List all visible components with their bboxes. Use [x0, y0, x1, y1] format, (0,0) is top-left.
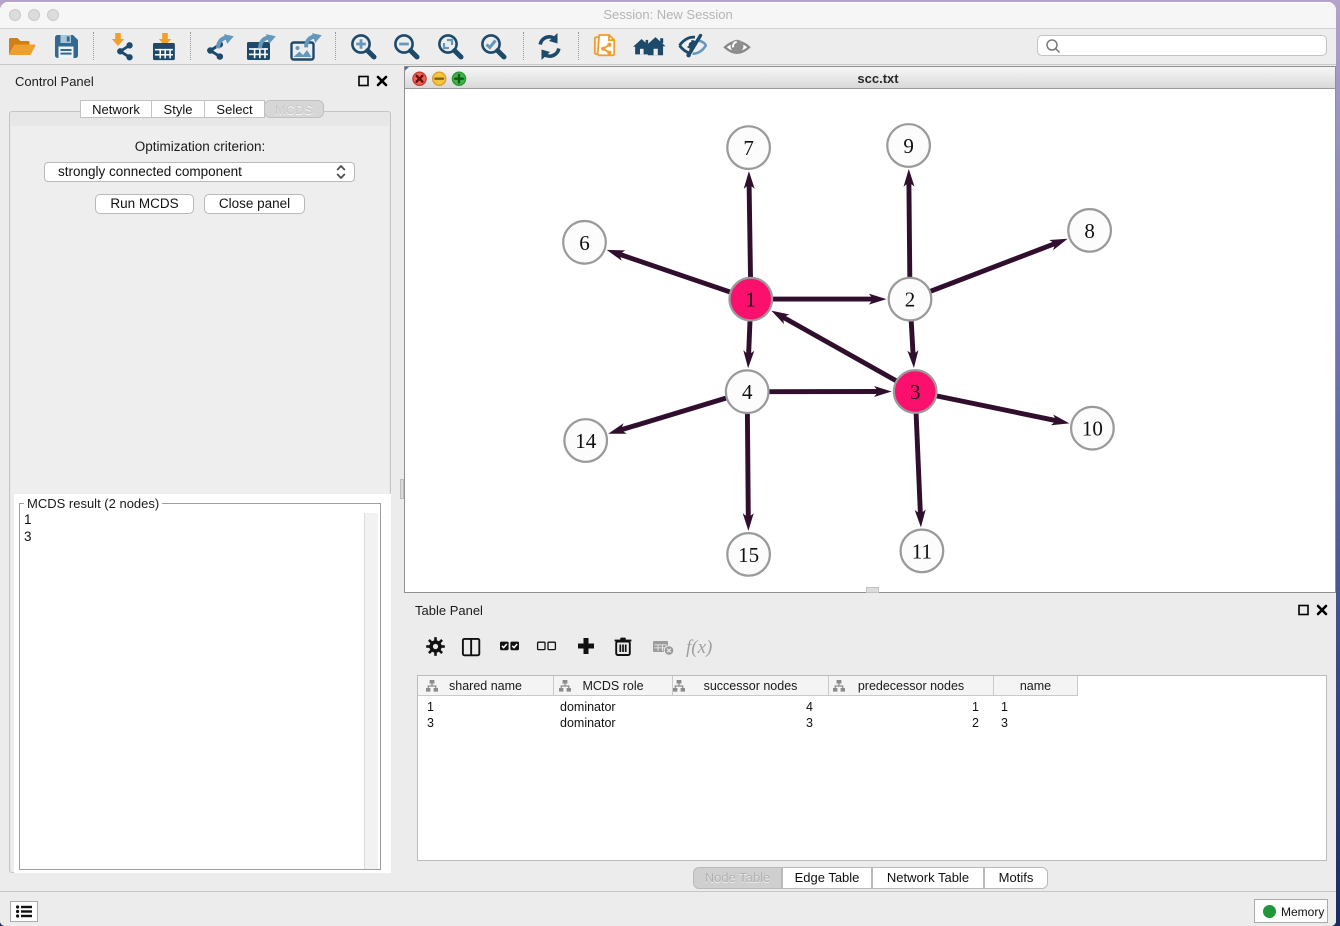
- svg-text:14: 14: [575, 429, 597, 453]
- svg-text:6: 6: [579, 231, 590, 255]
- svg-text:15: 15: [738, 543, 759, 567]
- svg-text:8: 8: [1084, 219, 1095, 243]
- svg-text:10: 10: [1082, 417, 1103, 441]
- svg-text:9: 9: [903, 134, 914, 158]
- svg-text:4: 4: [742, 380, 753, 404]
- svg-text:3: 3: [910, 380, 921, 404]
- svg-text:1: 1: [746, 288, 757, 312]
- svg-text:11: 11: [912, 539, 932, 563]
- svg-text:f(x): f(x): [686, 637, 712, 658]
- svg-text:7: 7: [743, 136, 754, 160]
- svg-text:2: 2: [905, 288, 916, 312]
